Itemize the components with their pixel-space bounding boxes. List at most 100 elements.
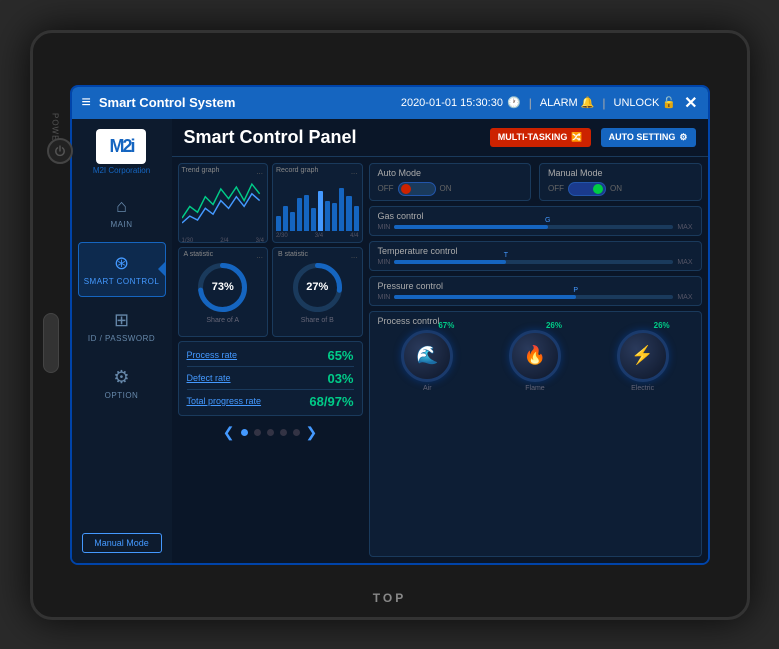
close-button[interactable]: ✕ xyxy=(684,93,697,113)
temp-control-title: Temperature control xyxy=(378,246,693,256)
topbar-divider: | xyxy=(529,96,532,110)
brightness-slider[interactable] xyxy=(43,313,59,373)
gas-slider-track[interactable]: G xyxy=(394,225,673,229)
flame-percent: 26% xyxy=(546,321,562,330)
defect-rate-label[interactable]: Defect rate xyxy=(187,373,231,383)
manual-mode-toggle: OFF ON xyxy=(548,182,693,196)
left-panel: Trend graph ... 1/30 2/4 3/4 xyxy=(178,163,363,557)
flame-knob-item[interactable]: 🔥 26% Flame xyxy=(509,330,561,392)
content-header: Smart Control Panel MULTI-TASKING 🔀 AUTO… xyxy=(172,119,708,157)
gas-min: MIN xyxy=(378,224,391,231)
air-label: Air xyxy=(423,385,432,392)
manual-off-label: OFF xyxy=(548,184,564,193)
prev-page-button[interactable]: ❮ xyxy=(223,424,235,441)
menu-icon[interactable]: ≡ xyxy=(82,94,91,112)
auto-mode-track[interactable] xyxy=(398,182,436,196)
multitasking-button[interactable]: MULTI-TASKING 🔀 xyxy=(490,128,591,147)
auto-mode-box: Auto Mode OFF ON xyxy=(369,163,532,201)
topbar-divider2: | xyxy=(602,96,605,110)
b-stat-value: 27% xyxy=(306,281,328,293)
knobs-row: 🌊 67% Air 🔥 26% xyxy=(378,330,693,392)
pressure-slider-track[interactable]: P xyxy=(394,295,673,299)
total-progress-value: 68/97% xyxy=(309,394,353,409)
process-rate-label[interactable]: Process rate xyxy=(187,350,238,360)
home-icon: ⌂ xyxy=(116,196,127,217)
electric-knob-item[interactable]: ⚡ 26% Electric xyxy=(617,330,669,392)
content-title: Smart Control Panel xyxy=(184,127,480,148)
page-dot-5[interactable] xyxy=(293,429,300,436)
air-knob-item[interactable]: 🌊 67% Air xyxy=(401,330,453,392)
a-statistic: A statistic ... 73% Share of A xyxy=(178,247,269,337)
manual-mode-box: Manual Mode OFF ON xyxy=(539,163,702,201)
id-icon: ⊞ xyxy=(114,310,129,331)
sidebar-item-option[interactable]: ⚙ OPTION xyxy=(78,356,166,411)
nav-label-smart-control: SMART CONTROL xyxy=(84,277,160,286)
auto-off-label: OFF xyxy=(378,184,394,193)
flame-icon: 🔥 xyxy=(524,345,546,366)
page-dot-2[interactable] xyxy=(254,429,261,436)
gas-control: Gas control MIN G MAX xyxy=(369,206,702,236)
alarm-button[interactable]: ALARM 🔔 xyxy=(540,96,595,109)
charts-row: Trend graph ... 1/30 2/4 3/4 xyxy=(178,163,363,243)
sidebar-item-main[interactable]: ⌂ MAIN xyxy=(78,185,166,240)
topbar-datetime: 2020-01-01 15:30:30 🕐 xyxy=(401,96,521,109)
page-dot-3[interactable] xyxy=(267,429,274,436)
stats-row: A statistic ... 73% Share of A xyxy=(178,247,363,337)
metric-row-defect: Defect rate 03% xyxy=(187,371,354,390)
temp-slider-track[interactable]: T xyxy=(394,260,673,264)
pagination: ❮ ❯ xyxy=(178,420,363,443)
electric-label: Electric xyxy=(631,385,654,392)
manual-mode-button[interactable]: Manual Mode xyxy=(82,533,162,553)
modes-row: Auto Mode OFF ON xyxy=(369,163,702,201)
a-stat-sub: Share of A xyxy=(206,317,239,324)
b-stat-label: B statistic xyxy=(278,251,308,258)
process-rate-value: 65% xyxy=(327,348,353,363)
sidebar-item-smart-control[interactable]: ⊛ SMART CONTROL xyxy=(78,242,166,297)
page-dot-1[interactable] xyxy=(241,429,248,436)
temp-min: MIN xyxy=(378,259,391,266)
trend-graph: Trend graph ... 1/30 2/4 3/4 xyxy=(178,163,269,243)
total-progress-label[interactable]: Total progress rate xyxy=(187,396,262,406)
metrics-box: Process rate 65% Defect rate 03% Total p… xyxy=(178,341,363,416)
manual-mode-thumb xyxy=(593,184,603,194)
a-stat-label: A statistic xyxy=(184,251,214,258)
pressure-control: Pressure control MIN P MAX xyxy=(369,276,702,306)
pressure-thumb-label: P xyxy=(573,287,578,294)
corp-name: M2I Corporation xyxy=(93,166,150,175)
topbar: ≡ Smart Control System 2020-01-01 15:30:… xyxy=(72,87,708,119)
air-percent: 67% xyxy=(438,321,454,330)
b-statistic: B statistic ... 27% Share of B xyxy=(272,247,363,337)
content-body: Trend graph ... 1/30 2/4 3/4 xyxy=(172,157,708,563)
unlock-button[interactable]: UNLOCK 🔓 xyxy=(614,96,677,109)
metric-row-total: Total progress rate 68/97% xyxy=(187,394,354,409)
temp-control: Temperature control MIN T MAX xyxy=(369,241,702,271)
pressure-slider-fill xyxy=(394,295,575,299)
line-chart-svg xyxy=(182,176,265,231)
process-control: Process control 🌊 67% Air xyxy=(369,311,702,557)
autosetting-button[interactable]: AUTO SETTING ⚙ xyxy=(601,128,696,147)
pressure-max: MAX xyxy=(677,294,692,301)
option-icon: ⚙ xyxy=(113,367,129,388)
record-graph: Record graph ... xyxy=(272,163,363,243)
a-stat-value: 73% xyxy=(212,281,234,293)
nav-label-option: OPTION xyxy=(105,391,139,400)
topbar-title: Smart Control System xyxy=(99,95,393,110)
temp-slider-fill xyxy=(394,260,506,264)
a-stat-circle: 73% xyxy=(195,260,250,315)
gas-slider-fill xyxy=(394,225,547,229)
auto-mode-thumb xyxy=(401,184,411,194)
auto-mode-toggle: OFF ON xyxy=(378,182,523,196)
record-graph-label: Record graph xyxy=(276,167,359,174)
electric-icon: ⚡ xyxy=(631,345,653,366)
pressure-control-title: Pressure control xyxy=(378,281,693,291)
manual-mode-track[interactable] xyxy=(568,182,606,196)
process-control-title: Process control xyxy=(378,316,693,326)
right-panel: Auto Mode OFF ON xyxy=(369,163,702,557)
auto-mode-title: Auto Mode xyxy=(378,168,523,178)
next-page-button[interactable]: ❯ xyxy=(306,424,318,441)
sidebar-item-id-password[interactable]: ⊞ ID / PASSWORD xyxy=(78,299,166,354)
device-frame: POWER TOP ≡ Smart Control System 2020-01… xyxy=(30,30,750,620)
bar-chart xyxy=(276,176,359,231)
power-button[interactable] xyxy=(47,138,73,164)
page-dot-4[interactable] xyxy=(280,429,287,436)
